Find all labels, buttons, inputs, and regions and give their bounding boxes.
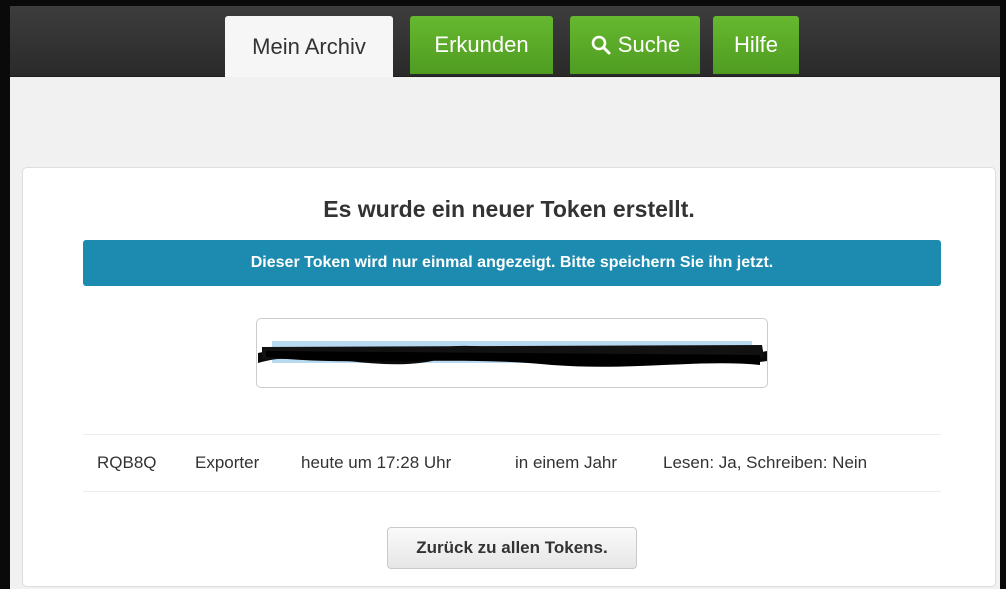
- tab-erkunden[interactable]: Erkunden: [410, 16, 553, 74]
- tab-mein-archiv[interactable]: Mein Archiv: [225, 16, 393, 78]
- tab-hilfe[interactable]: Hilfe: [713, 16, 799, 74]
- token-permissions: Lesen: Ja, Schreiben: Nein: [663, 453, 868, 472]
- content-area: Es wurde ein neuer Token erstellt. Diese…: [10, 77, 1000, 589]
- info-text: Dieser Token wird nur einmal angezeigt. …: [250, 254, 774, 271]
- token-name: Exporter: [195, 453, 260, 472]
- token-id: RQB8Q: [97, 453, 157, 472]
- token-created: heute um 17:28 Uhr: [301, 453, 452, 472]
- tab-suche[interactable]: Suche: [570, 16, 700, 74]
- button-label: Zurück zu allen Tokens.: [416, 538, 608, 557]
- tab-label: Hilfe: [733, 32, 778, 57]
- page-title: Es wurde ein neuer Token erstellt.: [323, 196, 695, 222]
- tab-label: Suche: [617, 32, 681, 57]
- tab-label: Erkunden: [434, 32, 529, 57]
- search-icon: [591, 35, 611, 55]
- info-banner: Dieser Token wird nur einmal angezeigt. …: [83, 240, 941, 286]
- table-row: RQB8Q Exporter heute um 17:28 Uhr in ein…: [83, 434, 941, 492]
- token-field[interactable]: [256, 318, 768, 388]
- tab-label: Mein Archiv: [252, 34, 366, 59]
- token-panel: Es wurde ein neuer Token erstellt. Diese…: [22, 167, 996, 587]
- token-expires: in einem Jahr: [515, 453, 618, 472]
- back-to-tokens-button[interactable]: Zurück zu allen Tokens.: [387, 527, 637, 569]
- redaction-scribble: [258, 341, 767, 367]
